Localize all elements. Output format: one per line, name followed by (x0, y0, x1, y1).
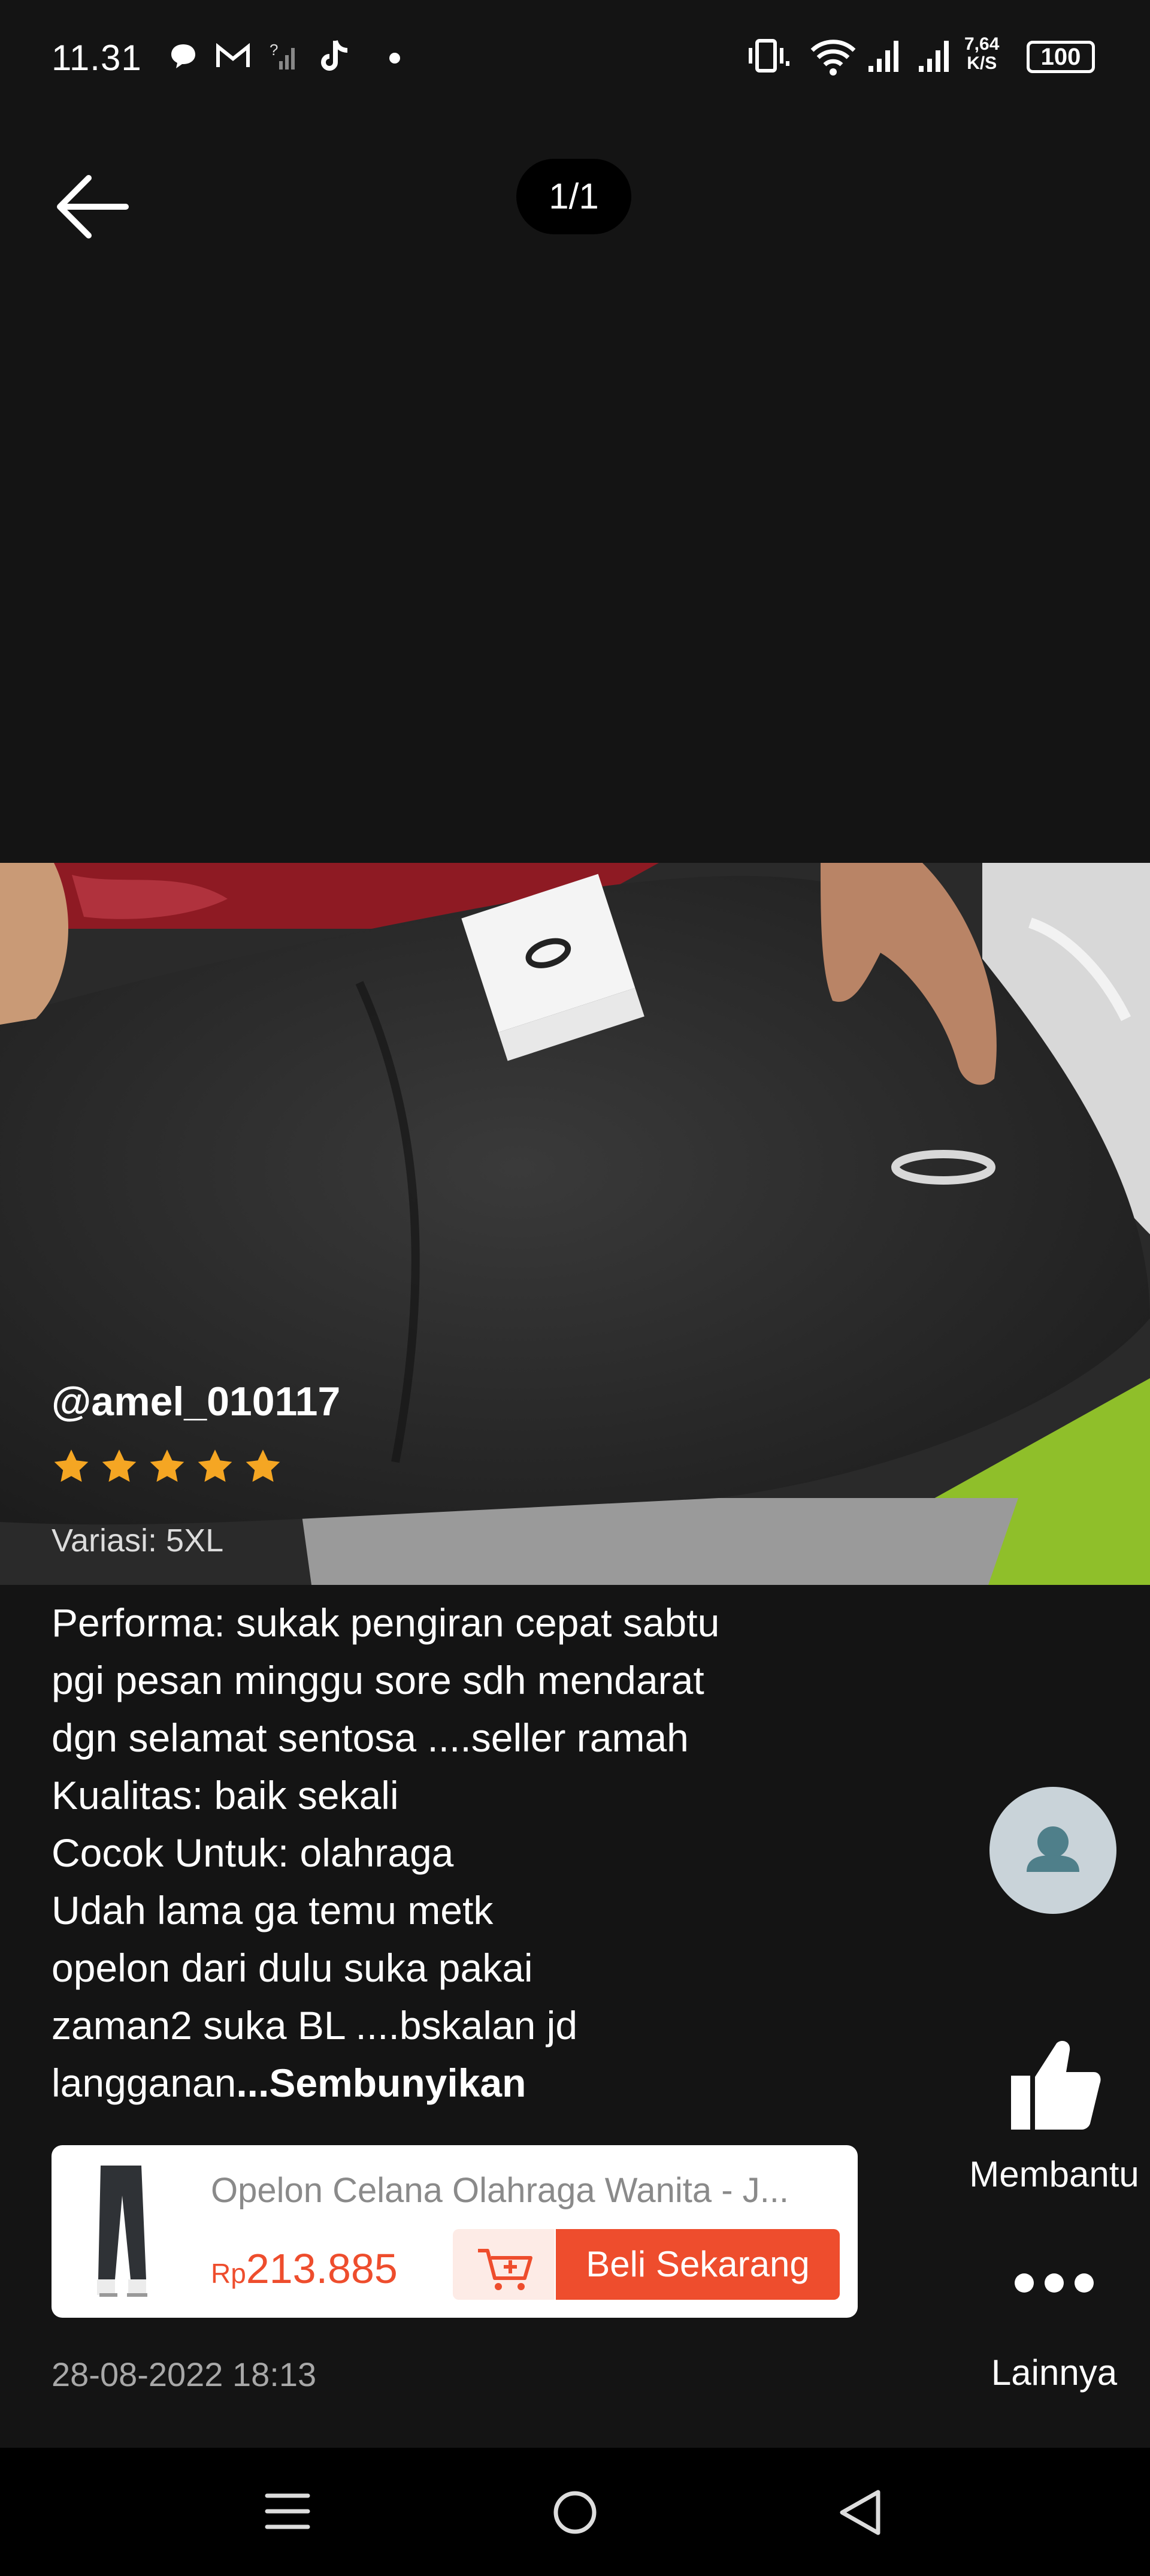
buy-now-button[interactable]: Beli Sekarang (556, 2229, 840, 2300)
signal-icon (919, 41, 949, 72)
star-icon (150, 1449, 184, 1482)
product-card[interactable]: Opelon Celana Olahraga Wanita - J... Rp2… (52, 2145, 858, 2318)
network-speed-value: 7,64 (964, 34, 1000, 54)
product-price: Rp213.885 (211, 2245, 398, 2293)
star-icon (54, 1449, 89, 1482)
no-signal-icon: ? (270, 41, 295, 70)
review-body: Performa: sukak pengiran cepat sabtu pgi… (52, 1600, 720, 2105)
more-options-icon[interactable] (1006, 2271, 1102, 2295)
wifi-icon (810, 40, 856, 76)
price-currency: Rp (211, 2258, 246, 2289)
status-bar: 11.31 ? 7,64 K/S 100 (0, 0, 1150, 120)
add-to-cart-button[interactable] (453, 2229, 555, 2300)
helpful-label[interactable]: Membantu (934, 2154, 1150, 2195)
image-counter: 1/1 (516, 159, 631, 234)
price-value: 213.885 (246, 2245, 398, 2292)
more-options-label[interactable]: Lainnya (934, 2352, 1150, 2393)
vibrate-icon (749, 39, 789, 73)
star-icon (102, 1449, 137, 1482)
product-name[interactable]: Opelon Celana Olahraga Wanita - J... (211, 2170, 834, 2210)
svg-text:?: ? (270, 41, 278, 59)
collapse-review-link[interactable]: ...Sembunyikan (236, 2061, 526, 2105)
status-time: 11.31 (52, 38, 142, 78)
rating-stars (52, 1447, 283, 1487)
product-thumbnail[interactable] (75, 2160, 165, 2306)
person-icon (1027, 1826, 1079, 1872)
star-icon (246, 1449, 280, 1482)
back-triangle-icon[interactable] (836, 2487, 884, 2538)
add-cart-icon (478, 2249, 532, 2290)
star-icon (198, 1449, 232, 1482)
gmail-icon (216, 43, 250, 67)
review-text: Performa: sukak pengiran cepat sabtu pgi… (52, 1594, 830, 2112)
user-avatar[interactable] (989, 1787, 1116, 1914)
menu-icon[interactable] (264, 2487, 311, 2535)
signal-icon (868, 41, 898, 72)
back-arrow-icon[interactable] (54, 168, 132, 246)
home-icon[interactable] (550, 2487, 600, 2538)
network-speed: 7,64 K/S (964, 35, 999, 73)
network-speed-unit: K/S (967, 53, 997, 73)
review-date: 28-08-2022 18:13 (52, 2355, 317, 2393)
reviewer-username[interactable]: @amel_010117 (52, 1378, 340, 1425)
product-variant: Variasi: 5XL (52, 1523, 224, 1559)
dot-icon (389, 53, 400, 64)
battery-indicator: 100 (1027, 41, 1095, 73)
system-nav-bar (0, 2448, 1150, 2576)
chat-bubble-icon (171, 44, 195, 68)
thumbs-up-icon[interactable] (1006, 2037, 1102, 2133)
tiktok-icon (321, 40, 348, 71)
